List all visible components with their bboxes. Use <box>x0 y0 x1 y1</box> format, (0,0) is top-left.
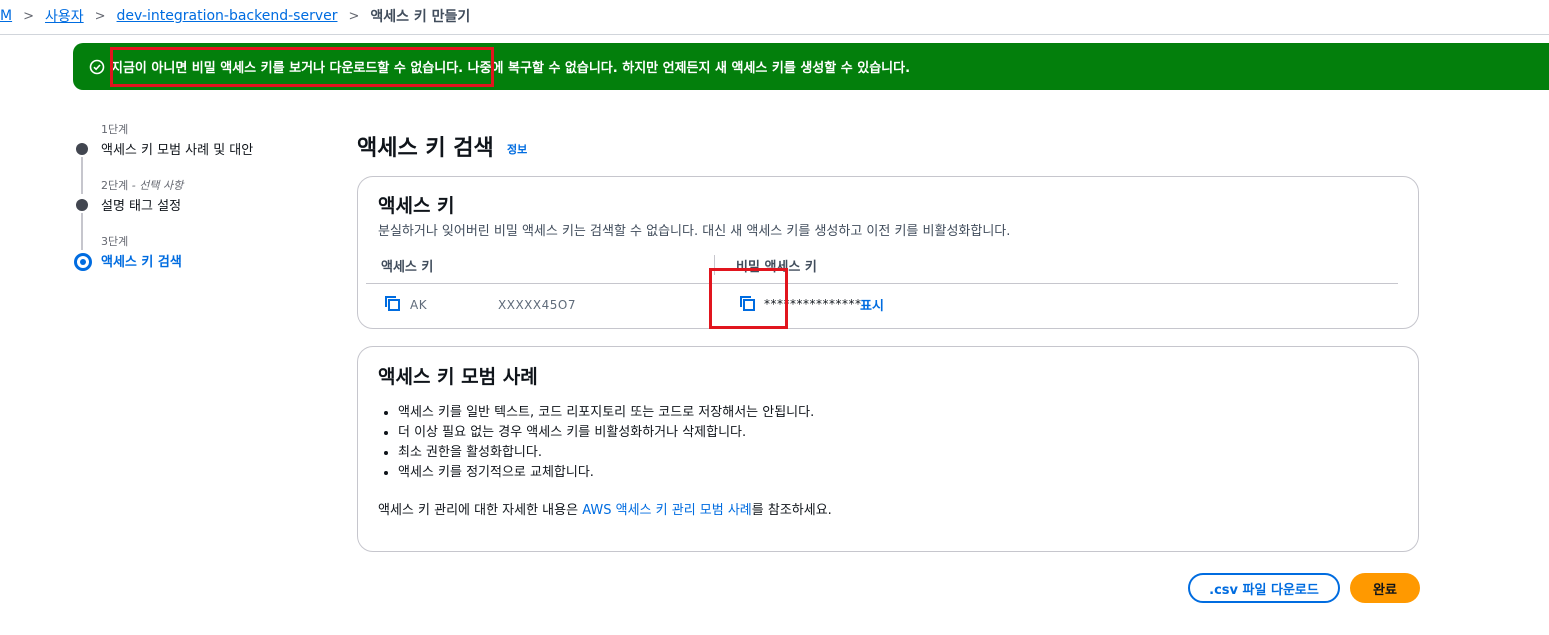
access-key-suffix: XXXXX45O7 <box>498 298 576 312</box>
step-label: 액세스 키 검색 <box>101 255 182 270</box>
wizard-steps: 1단계 액세스 키 모범 사례 및 대안 2단계 - 선택 사항 설명 태그 설… <box>74 118 334 286</box>
highlight-box-copy <box>709 268 788 329</box>
step-indicator-active <box>74 253 92 271</box>
card-title: 액세스 키 <box>378 195 455 217</box>
step-label: 설명 태그 설정 <box>101 199 182 214</box>
card-description: 분실하거나 잊어버린 비밀 액세스 키는 검색할 수 없습니다. 대신 새 액세… <box>378 224 1011 239</box>
reference-after: 를 참조하세요. <box>751 503 832 518</box>
chevron-right-icon: > <box>348 8 360 24</box>
download-csv-button[interactable]: .csv 파일 다운로드 <box>1188 573 1340 603</box>
breadcrumb-user[interactable]: dev-integration-backend-server <box>117 8 338 24</box>
step-number: 1단계 <box>101 123 129 136</box>
access-key-prefix: AK <box>410 298 428 312</box>
breadcrumb-iam[interactable]: M <box>0 8 12 24</box>
column-header-access-key: 액세스 키 <box>381 260 434 275</box>
chevron-right-icon: > <box>94 8 106 24</box>
step-number: 3단계 <box>101 235 129 248</box>
reference-text: 액세스 키 관리에 대한 자세한 내용은 AWS 액세스 키 관리 모범 사례를… <box>378 499 832 518</box>
step-2[interactable]: 2단계 - 선택 사항 설명 태그 설정 <box>74 174 334 250</box>
highlight-box-flash <box>110 47 494 87</box>
show-secret-link[interactable]: 표시 <box>860 295 884 314</box>
reference-before: 액세스 키 관리에 대한 자세한 내용은 <box>378 503 583 518</box>
copy-access-key-icon[interactable] <box>384 295 402 313</box>
breadcrumb-current: 액세스 키 만들기 <box>370 9 471 25</box>
divider <box>366 283 1398 284</box>
best-practices-link[interactable]: AWS 액세스 키 관리 모범 사례 <box>582 503 752 518</box>
info-link[interactable]: 정보 <box>507 141 527 157</box>
step-indicator <box>76 143 88 155</box>
step-1[interactable]: 1단계 액세스 키 모범 사례 및 대안 <box>74 118 334 194</box>
step-indicator <box>76 199 88 211</box>
done-button[interactable]: 완료 <box>1350 573 1420 603</box>
step-label: 액세스 키 모범 사례 및 대안 <box>101 143 254 158</box>
chevron-right-icon: > <box>23 8 34 24</box>
card-title: 액세스 키 모범 사례 <box>378 366 538 388</box>
breadcrumb: M > 사용자 > dev-integration-backend-server… <box>0 0 1549 32</box>
divider <box>0 34 1549 35</box>
access-key-card: 액세스 키 분실하거나 잊어버린 비밀 액세스 키는 검색할 수 없습니다. 대… <box>357 176 1419 329</box>
list-item: 액세스 키를 일반 텍스트, 코드 리포지토리 또는 코드로 저장해서는 안됩니… <box>398 403 814 423</box>
best-practices-card: 액세스 키 모범 사례 액세스 키를 일반 텍스트, 코드 리포지토리 또는 코… <box>357 346 1419 552</box>
step-3[interactable]: 3단계 액세스 키 검색 <box>74 230 334 286</box>
list-item: 더 이상 필요 없는 경우 액세스 키를 비활성화하거나 삭제합니다. <box>398 423 814 443</box>
page-title: 액세스 키 검색 <box>357 136 494 161</box>
best-practices-list: 액세스 키를 일반 텍스트, 코드 리포지토리 또는 코드로 저장해서는 안됩니… <box>378 403 814 483</box>
list-item: 액세스 키를 정기적으로 교체합니다. <box>398 463 814 483</box>
check-circle-icon <box>89 59 105 74</box>
list-item: 최소 권한을 활성화합니다. <box>398 443 814 463</box>
step-number: 2단계 <box>101 179 129 192</box>
breadcrumb-users[interactable]: 사용자 <box>45 6 84 26</box>
step-optional: - 선택 사항 <box>128 179 184 192</box>
